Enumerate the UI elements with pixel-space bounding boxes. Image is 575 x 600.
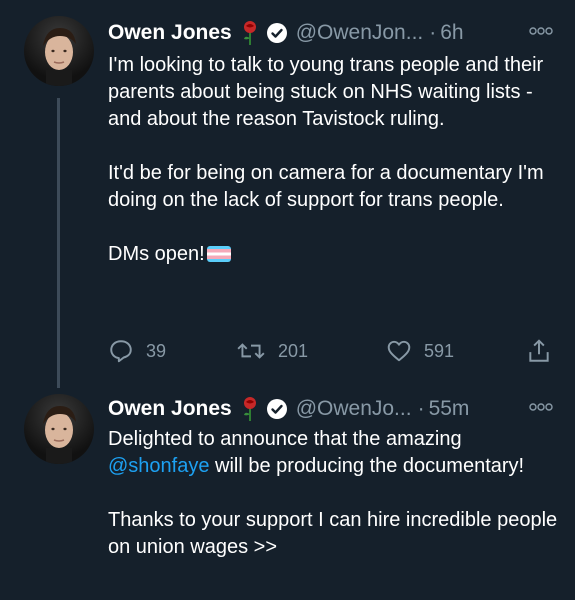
tweet-body: Delighted to announce that the amazing @s… (108, 426, 561, 561)
tweet-text: I'm looking to talk to young trans peopl… (108, 54, 544, 130)
reply-count: 39 (146, 340, 167, 361)
tweet-body: I'm looking to talk to young trans peopl… (108, 52, 561, 268)
avatar[interactable] (24, 394, 94, 464)
like-button[interactable]: 591 (386, 338, 454, 364)
verified-icon (266, 22, 288, 44)
transgender-flag-icon (206, 246, 231, 262)
retweet-count: 201 (278, 340, 309, 361)
retweet-icon (237, 343, 265, 359)
tweet-time[interactable]: 55m (429, 397, 470, 421)
tweet-header: Owen Jones @OwenJon... · 6h (108, 18, 559, 48)
tweet-text: DMs open! (108, 241, 561, 268)
avatar[interactable] (24, 16, 94, 86)
tweet-text: Thanks to your support I can hire incred… (108, 509, 558, 558)
share-button[interactable] (526, 338, 564, 364)
tweet[interactable]: Owen Jones @OwenJon... · 6h I'm looking … (0, 0, 575, 392)
tweet-text: It'd be for being on camera for a docume… (108, 162, 544, 211)
rose-icon (240, 396, 260, 422)
time-separator: · (429, 21, 437, 44)
author-name[interactable]: Owen Jones (108, 21, 232, 45)
author-handle[interactable]: @OwenJo... (296, 397, 412, 421)
author-handle[interactable]: @OwenJon... (296, 21, 424, 45)
tweet-time[interactable]: 6h (440, 21, 463, 45)
mention-link[interactable]: @shonfaye (108, 455, 209, 477)
more-icon[interactable] (529, 24, 553, 36)
heart-icon (387, 340, 411, 362)
like-count: 591 (424, 340, 455, 361)
rose-icon (240, 20, 260, 46)
time-separator: · (417, 397, 425, 420)
reply-button[interactable]: 39 (108, 338, 166, 364)
tweet-header: Owen Jones @OwenJo... · 55m (108, 394, 559, 424)
tweet-text: Delighted to announce that the amazing @s… (108, 428, 525, 477)
more-icon[interactable] (529, 400, 553, 412)
share-icon (529, 339, 549, 362)
thread-line (57, 98, 60, 388)
verified-icon (266, 398, 288, 420)
tweet-actions: 39 201 591 (108, 338, 558, 368)
retweet-button[interactable]: 201 (236, 338, 308, 364)
author-name[interactable]: Owen Jones (108, 397, 232, 421)
reply-icon (110, 340, 132, 363)
tweet[interactable]: Owen Jones @OwenJo... · 55m Delighted to… (0, 392, 575, 600)
